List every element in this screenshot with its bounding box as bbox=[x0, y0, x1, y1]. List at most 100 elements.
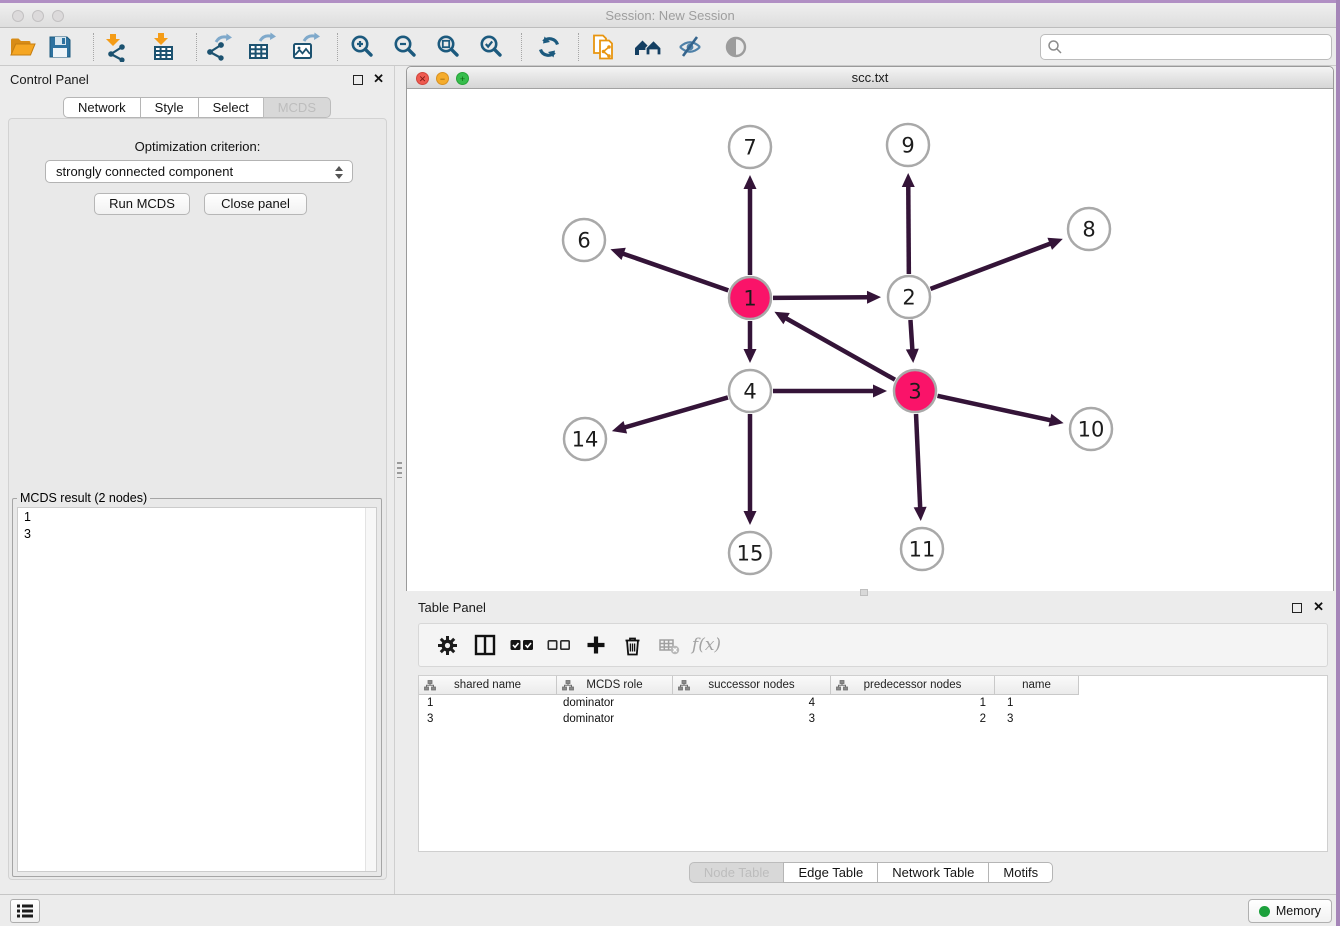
node-10[interactable]: 10 bbox=[1070, 408, 1112, 450]
tab-network-table[interactable]: Network Table bbox=[877, 862, 989, 883]
splitter-grip[interactable] bbox=[397, 462, 402, 478]
close-panel-icon[interactable]: ✕ bbox=[373, 71, 384, 87]
search-input[interactable] bbox=[1067, 39, 1325, 56]
node-8[interactable]: 8 bbox=[1068, 208, 1110, 250]
edge-3-1[interactable] bbox=[774, 312, 895, 380]
toolbar-separator bbox=[93, 33, 94, 61]
node-4[interactable]: 4 bbox=[729, 370, 771, 412]
svg-text:3: 3 bbox=[908, 380, 921, 404]
homes-icon[interactable] bbox=[631, 31, 665, 63]
edge-3-10[interactable] bbox=[937, 396, 1063, 427]
node-11[interactable]: 11 bbox=[901, 528, 943, 570]
eye-slash-icon[interactable] bbox=[673, 31, 707, 63]
edge-4-14[interactable] bbox=[612, 397, 728, 433]
panel-list-button[interactable] bbox=[10, 899, 40, 923]
column-header-name[interactable]: name bbox=[995, 676, 1079, 695]
svg-text:2: 2 bbox=[902, 286, 915, 310]
close-table-panel-icon[interactable]: ✕ bbox=[1313, 599, 1324, 615]
edge-4-15[interactable] bbox=[744, 414, 757, 525]
column-header-mcds-role[interactable]: MCDS role bbox=[557, 676, 673, 695]
float-panel-icon[interactable] bbox=[353, 75, 363, 85]
toolbar-separator bbox=[521, 33, 522, 61]
edge-4-3[interactable] bbox=[773, 385, 887, 398]
select-all-icon[interactable] bbox=[503, 623, 540, 667]
save-icon[interactable] bbox=[43, 31, 77, 63]
network-canvas[interactable]: 7 9 6 8 1 2 4 3 14 10 15 11 bbox=[407, 89, 1333, 591]
splitter-handle[interactable] bbox=[860, 589, 868, 596]
mcds-result-group: MCDS result (2 nodes) 1 3 bbox=[12, 491, 382, 877]
column-header-predecessor-nodes[interactable]: predecessor nodes bbox=[831, 676, 995, 695]
eye-icon[interactable] bbox=[719, 31, 753, 63]
tab-network[interactable]: Network bbox=[63, 97, 141, 118]
dropdown-arrows-icon bbox=[335, 163, 345, 181]
edge-3-11[interactable] bbox=[914, 414, 927, 521]
node-2[interactable]: 2 bbox=[888, 276, 930, 318]
svg-text:4: 4 bbox=[743, 380, 756, 404]
zoom-selected-icon[interactable] bbox=[474, 31, 508, 63]
edge-1-4[interactable] bbox=[744, 321, 757, 363]
edge-2-9[interactable] bbox=[902, 173, 915, 274]
import-table-icon[interactable] bbox=[147, 31, 181, 63]
zoom-fit-icon[interactable] bbox=[431, 31, 465, 63]
search-field[interactable] bbox=[1040, 34, 1332, 60]
zoom-out-icon[interactable] bbox=[388, 31, 422, 63]
node-6[interactable]: 6 bbox=[563, 219, 605, 261]
network-window-titlebar[interactable]: ✕ − + scc.txt bbox=[407, 67, 1333, 89]
edge-1-6[interactable] bbox=[610, 248, 728, 291]
memory-button[interactable]: Memory bbox=[1248, 899, 1332, 923]
tab-mcds[interactable]: MCDS bbox=[263, 97, 331, 118]
node-1[interactable]: 1 bbox=[729, 277, 771, 319]
column-header-successor-nodes[interactable]: successor nodes bbox=[673, 676, 831, 695]
zoom-in-icon[interactable] bbox=[345, 31, 379, 63]
tab-style[interactable]: Style bbox=[140, 97, 199, 118]
mcds-result-text: 1 3 bbox=[18, 508, 376, 544]
optimization-criterion-label: Optimization criterion: bbox=[9, 139, 386, 154]
table-header-row: shared name MCDS role successor nodes bbox=[419, 676, 1327, 695]
delete-icon[interactable] bbox=[614, 623, 651, 667]
tab-select[interactable]: Select bbox=[198, 97, 264, 118]
edge-1-7[interactable] bbox=[744, 175, 757, 275]
edge-2-8[interactable] bbox=[931, 238, 1063, 289]
network-window-title: scc.txt bbox=[407, 67, 1333, 89]
mcds-result-area[interactable]: 1 3 bbox=[17, 507, 377, 872]
settings-gear-icon[interactable] bbox=[429, 623, 466, 667]
run-mcds-button[interactable]: Run MCDS bbox=[94, 193, 190, 215]
export-table-icon[interactable] bbox=[244, 31, 278, 63]
refresh-icon[interactable] bbox=[532, 31, 566, 63]
node-7[interactable]: 7 bbox=[729, 126, 771, 168]
tab-node-table[interactable]: Node Table bbox=[689, 862, 785, 883]
criterion-dropdown[interactable]: strongly connected component bbox=[45, 160, 353, 183]
export-network-icon[interactable] bbox=[201, 31, 235, 63]
node-15[interactable]: 15 bbox=[729, 532, 771, 574]
window-title: Session: New Session bbox=[0, 3, 1340, 28]
table-cell: dominator bbox=[557, 711, 673, 727]
table-cell-filler bbox=[1079, 695, 1327, 711]
table-row[interactable]: 3dominator323 bbox=[419, 711, 1327, 727]
deselect-all-icon[interactable] bbox=[540, 623, 577, 667]
copy-network-icon[interactable] bbox=[587, 31, 621, 63]
open-folder-icon[interactable] bbox=[5, 31, 39, 63]
node-9[interactable]: 9 bbox=[887, 124, 929, 166]
tab-edge-table[interactable]: Edge Table bbox=[783, 862, 878, 883]
sort-tree-icon bbox=[562, 680, 574, 691]
column-header-shared-name[interactable]: shared name bbox=[419, 676, 557, 695]
edge-1-2[interactable] bbox=[773, 291, 881, 304]
add-icon[interactable] bbox=[577, 623, 614, 667]
split-columns-icon[interactable] bbox=[466, 623, 503, 667]
toolbar-separator bbox=[337, 33, 338, 61]
sort-tree-icon bbox=[424, 680, 436, 691]
result-scrollbar[interactable] bbox=[365, 508, 376, 871]
desktop-edge-right bbox=[1336, 0, 1340, 926]
node-3[interactable]: 3 bbox=[894, 370, 936, 412]
edge-2-3[interactable] bbox=[906, 320, 919, 363]
export-image-icon[interactable] bbox=[288, 31, 322, 63]
tab-motifs[interactable]: Motifs bbox=[988, 862, 1053, 883]
import-network-icon[interactable] bbox=[100, 31, 134, 63]
table-cell: 2 bbox=[831, 711, 995, 727]
float-table-panel-icon[interactable] bbox=[1292, 603, 1302, 613]
table-row[interactable]: 1dominator411 bbox=[419, 695, 1327, 711]
memory-status-icon bbox=[1259, 906, 1270, 917]
close-panel-button[interactable]: Close panel bbox=[204, 193, 307, 215]
svg-text:7: 7 bbox=[743, 136, 756, 160]
node-14[interactable]: 14 bbox=[564, 418, 606, 460]
